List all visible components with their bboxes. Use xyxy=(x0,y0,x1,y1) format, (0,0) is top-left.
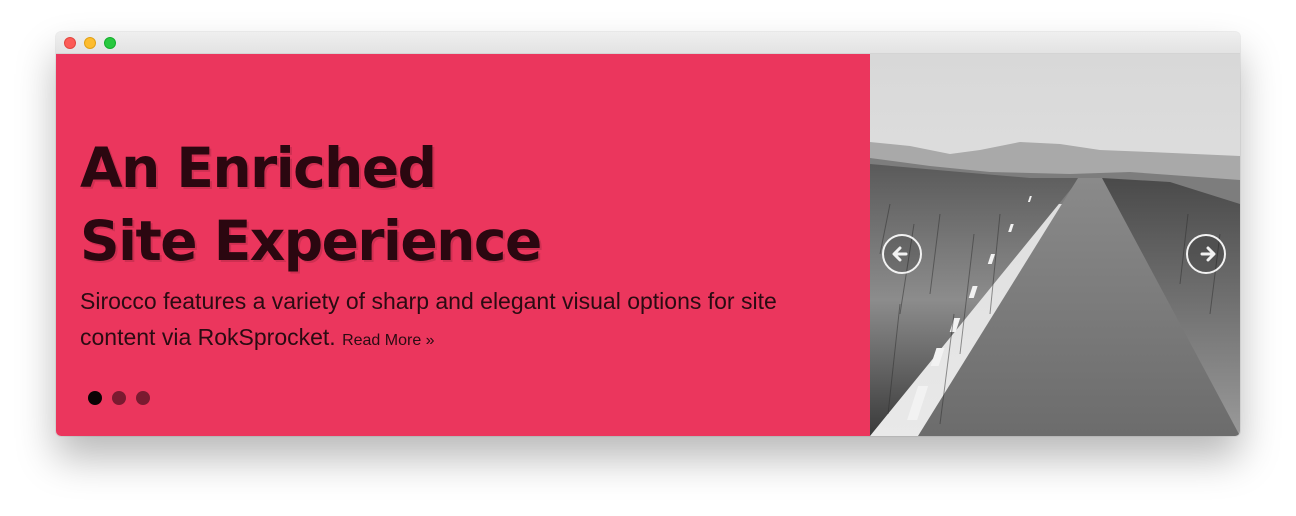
slide-headline: An Enriched Site Experience xyxy=(80,132,542,278)
pagination-dot-1[interactable] xyxy=(88,391,102,405)
headline-line-1: An Enriched xyxy=(80,136,437,200)
road-landscape-image xyxy=(870,54,1240,436)
maximize-window-button[interactable] xyxy=(104,37,116,49)
showcase-slider: An Enriched Site Experience Sirocco feat… xyxy=(56,54,1240,436)
pagination-dot-3[interactable] xyxy=(136,391,150,405)
close-window-button[interactable] xyxy=(64,37,76,49)
read-more-link[interactable]: Read More » xyxy=(342,332,435,349)
arrow-right-circle-icon[interactable] xyxy=(1186,234,1226,274)
slide-image xyxy=(870,54,1240,436)
slide-description: Sirocco features a variety of sharp and … xyxy=(80,283,840,359)
slide-content-panel: An Enriched Site Experience Sirocco feat… xyxy=(56,54,870,436)
arrow-left-circle-icon[interactable] xyxy=(882,234,922,274)
window-titlebar xyxy=(56,32,1240,54)
headline-line-2: Site Experience xyxy=(80,209,542,273)
browser-window: An Enriched Site Experience Sirocco feat… xyxy=(56,32,1240,436)
pagination-dot-2[interactable] xyxy=(112,391,126,405)
minimize-window-button[interactable] xyxy=(84,37,96,49)
